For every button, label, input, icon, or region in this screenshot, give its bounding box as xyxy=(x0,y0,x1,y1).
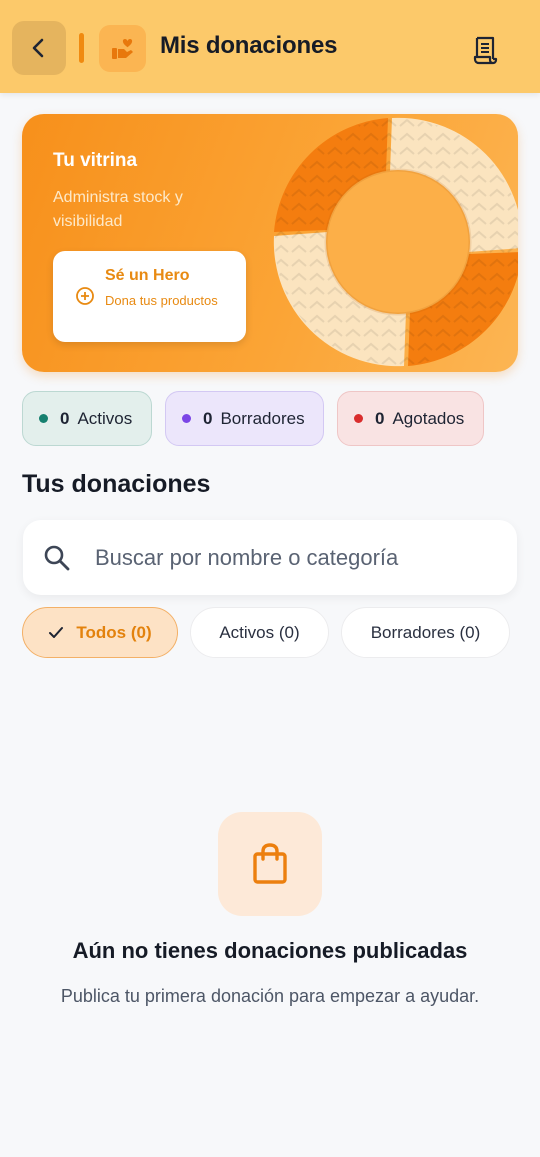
status-label: Agotados xyxy=(392,408,465,428)
status-label: Borradores xyxy=(220,408,305,428)
section-title: Tus donaciones xyxy=(22,470,211,498)
search-bar[interactable] xyxy=(23,520,517,595)
be-a-hero-button[interactable]: Sé un Hero Dona tus productos xyxy=(53,251,246,342)
status-chip-sold-out[interactable]: 0 Agotados xyxy=(337,391,484,446)
empty-state-subtitle: Publica tu primera donación para empezar… xyxy=(60,986,480,1006)
app-header: Mis donaciones xyxy=(0,0,540,93)
status-count: 0 xyxy=(203,408,213,428)
banner-subtitle: Administra stock y visibilidad xyxy=(53,189,183,230)
search-icon xyxy=(44,545,70,571)
search-input[interactable] xyxy=(95,538,495,578)
shopping-bag-icon xyxy=(253,843,287,884)
empty-state-title: Aún no tienes donaciones publicadas xyxy=(72,938,468,963)
check-icon xyxy=(48,626,64,640)
header-divider xyxy=(79,33,84,63)
filter-tab-active[interactable]: Activos (0) xyxy=(190,607,329,658)
banner-title: Tu vitrina xyxy=(53,150,138,171)
status-label: Activos xyxy=(77,408,133,428)
app-logo xyxy=(99,25,146,72)
status-dot xyxy=(39,414,48,423)
back-button[interactable] xyxy=(12,21,66,75)
receipt-icon xyxy=(473,36,498,65)
showcase-banner: Tu vitrina Administra stock y visibilida… xyxy=(22,114,518,372)
receipt-button[interactable] xyxy=(466,30,506,70)
filter-label: Todos (0) xyxy=(76,622,152,642)
status-dot xyxy=(182,414,191,423)
lifebuoy-icon xyxy=(273,117,518,367)
page-title: Mis donaciones xyxy=(160,32,338,59)
status-count: 0 xyxy=(60,408,70,428)
chevron-left-icon xyxy=(32,38,44,58)
status-chip-drafts[interactable]: 0 Borradores xyxy=(165,391,324,446)
status-chip-active[interactable]: 0 Activos xyxy=(22,391,152,446)
filter-tab-drafts[interactable]: Borradores (0) xyxy=(341,607,510,658)
hero-card-subtitle: Dona tus productos xyxy=(105,293,218,308)
empty-state-icon-box xyxy=(218,812,322,916)
filter-label: Borradores (0) xyxy=(370,622,481,642)
hero-card-title: Sé un Hero xyxy=(105,267,190,284)
filter-tab-all[interactable]: Todos (0) xyxy=(22,607,178,658)
filter-label: Activos (0) xyxy=(219,622,300,642)
status-count: 0 xyxy=(375,408,385,428)
hand-heart-icon xyxy=(111,38,133,59)
status-dot xyxy=(354,414,363,423)
plus-circle-icon xyxy=(76,287,94,305)
